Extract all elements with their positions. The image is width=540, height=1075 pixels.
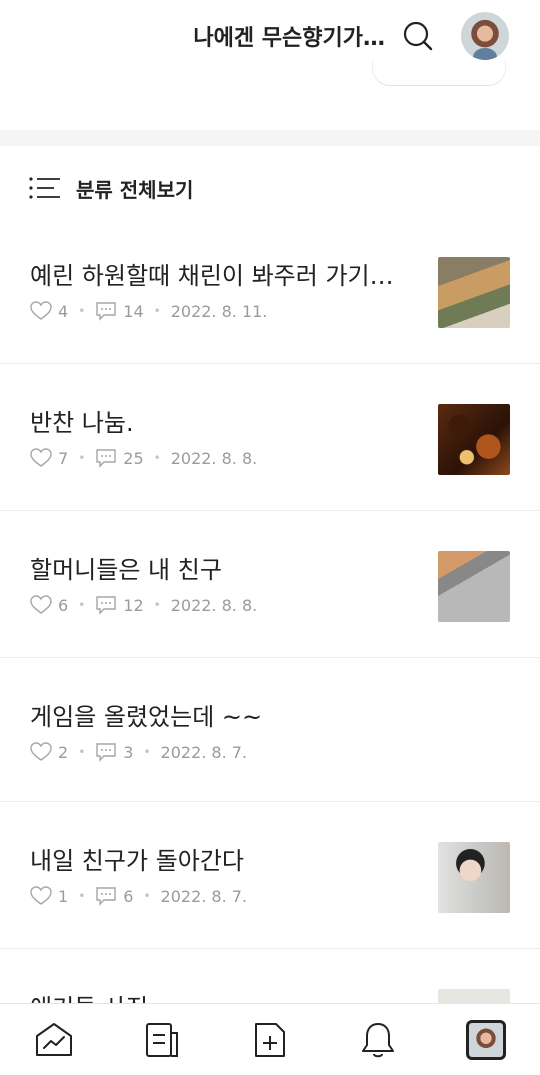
post-item[interactable]: 반찬 나눔. 7 • 25 • 2022. 8. 8. bbox=[0, 403, 540, 511]
comment-icon bbox=[96, 449, 116, 468]
separator-dot: • bbox=[78, 598, 86, 612]
post-item[interactable]: 할머니들은 내 친구 6 • 12 • 2022. 8. 8. bbox=[0, 550, 540, 658]
separator-dot: • bbox=[143, 745, 151, 759]
category-all-link[interactable]: 분류 전체보기 bbox=[28, 168, 193, 208]
heart-icon bbox=[30, 448, 52, 467]
post-thumbnail bbox=[438, 551, 510, 622]
post-date: 2022. 8. 11. bbox=[170, 301, 268, 321]
bell-icon[interactable] bbox=[354, 1016, 402, 1064]
heart-icon bbox=[30, 301, 52, 320]
header-pill-bottom bbox=[372, 60, 506, 86]
separator-dot: • bbox=[78, 451, 86, 465]
separator-dot: • bbox=[153, 598, 161, 612]
comment-icon bbox=[96, 743, 116, 762]
separator-dot: • bbox=[78, 745, 86, 759]
post-meta: 2 • 3 • 2022. 8. 7. bbox=[30, 742, 247, 762]
post-meta: 1 • 6 • 2022. 8. 7. bbox=[30, 886, 247, 906]
separator-dot: • bbox=[78, 889, 86, 903]
search-icon[interactable] bbox=[400, 18, 436, 54]
post-title: 반찬 나눔. bbox=[30, 409, 134, 437]
post-date: 2022. 8. 7. bbox=[160, 886, 248, 906]
post-title: 내일 친구가 돌아간다 bbox=[30, 847, 244, 875]
post-thumbnail bbox=[438, 842, 510, 913]
document-icon[interactable] bbox=[138, 1016, 186, 1064]
comment-count: 14 bbox=[123, 301, 144, 321]
bottom-navigation bbox=[0, 1003, 540, 1075]
new-post-icon[interactable] bbox=[246, 1016, 294, 1064]
post-meta: 7 • 25 • 2022. 8. 8. bbox=[30, 448, 257, 468]
heart-icon bbox=[30, 886, 52, 905]
comment-icon bbox=[96, 887, 116, 906]
comment-count: 25 bbox=[123, 448, 144, 468]
heart-icon bbox=[30, 595, 52, 614]
post-title: 게임을 올렸었는데 ~~ bbox=[30, 703, 263, 731]
like-count: 7 bbox=[58, 448, 69, 468]
post-title: 할머니들은 내 친구 bbox=[30, 556, 222, 584]
post-date: 2022. 8. 8. bbox=[170, 448, 258, 468]
separator-dot: • bbox=[153, 304, 161, 318]
post-item[interactable]: 게임을 올렸었는데 ~~ 2 • 3 • 2022. 8. 7. bbox=[0, 697, 540, 802]
nav-profile-avatar[interactable] bbox=[462, 1016, 510, 1064]
post-meta: 4 • 14 • 2022. 8. 11. bbox=[30, 301, 267, 321]
section-divider bbox=[0, 130, 540, 146]
separator-dot: • bbox=[143, 889, 151, 903]
post-item[interactable]: 내일 친구가 돌아간다 1 • 6 • 2022. 8. 7. bbox=[0, 841, 540, 949]
post-date: 2022. 8. 8. bbox=[170, 595, 258, 615]
post-title: 예린 하원할때 채린이 봐주러 가기… bbox=[30, 262, 394, 290]
comment-count: 12 bbox=[123, 595, 144, 615]
comment-count: 6 bbox=[123, 886, 134, 906]
avatar bbox=[466, 1019, 506, 1060]
like-count: 6 bbox=[58, 595, 69, 615]
like-count: 4 bbox=[58, 301, 69, 321]
post-date: 2022. 8. 7. bbox=[160, 742, 248, 762]
list-icon bbox=[29, 177, 60, 199]
comment-icon bbox=[96, 596, 116, 615]
comment-count: 3 bbox=[123, 742, 134, 762]
post-thumbnail bbox=[438, 404, 510, 475]
post-meta: 6 • 12 • 2022. 8. 8. bbox=[30, 595, 257, 615]
post-thumbnail bbox=[438, 257, 510, 328]
separator-dot: • bbox=[78, 304, 86, 318]
separator-dot: • bbox=[153, 451, 161, 465]
profile-avatar[interactable] bbox=[461, 12, 509, 60]
category-label: 분류 전체보기 bbox=[76, 177, 194, 202]
trend-icon[interactable] bbox=[30, 1016, 78, 1064]
post-item[interactable]: 예린 하원할때 채린이 봐주러 가기… 4 • 14 • 2022. 8. 11… bbox=[0, 256, 540, 364]
blog-title[interactable]: 나에겐 무슨향기가… bbox=[145, 20, 385, 52]
comment-icon bbox=[96, 302, 116, 321]
like-count: 1 bbox=[58, 886, 69, 906]
like-count: 2 bbox=[58, 742, 69, 762]
heart-icon bbox=[30, 742, 52, 761]
blog-page: 나에겐 무슨향기가… 분류 전체보기 예린 하원할때 채린이 봐주러 가기… 4… bbox=[0, 0, 540, 1075]
